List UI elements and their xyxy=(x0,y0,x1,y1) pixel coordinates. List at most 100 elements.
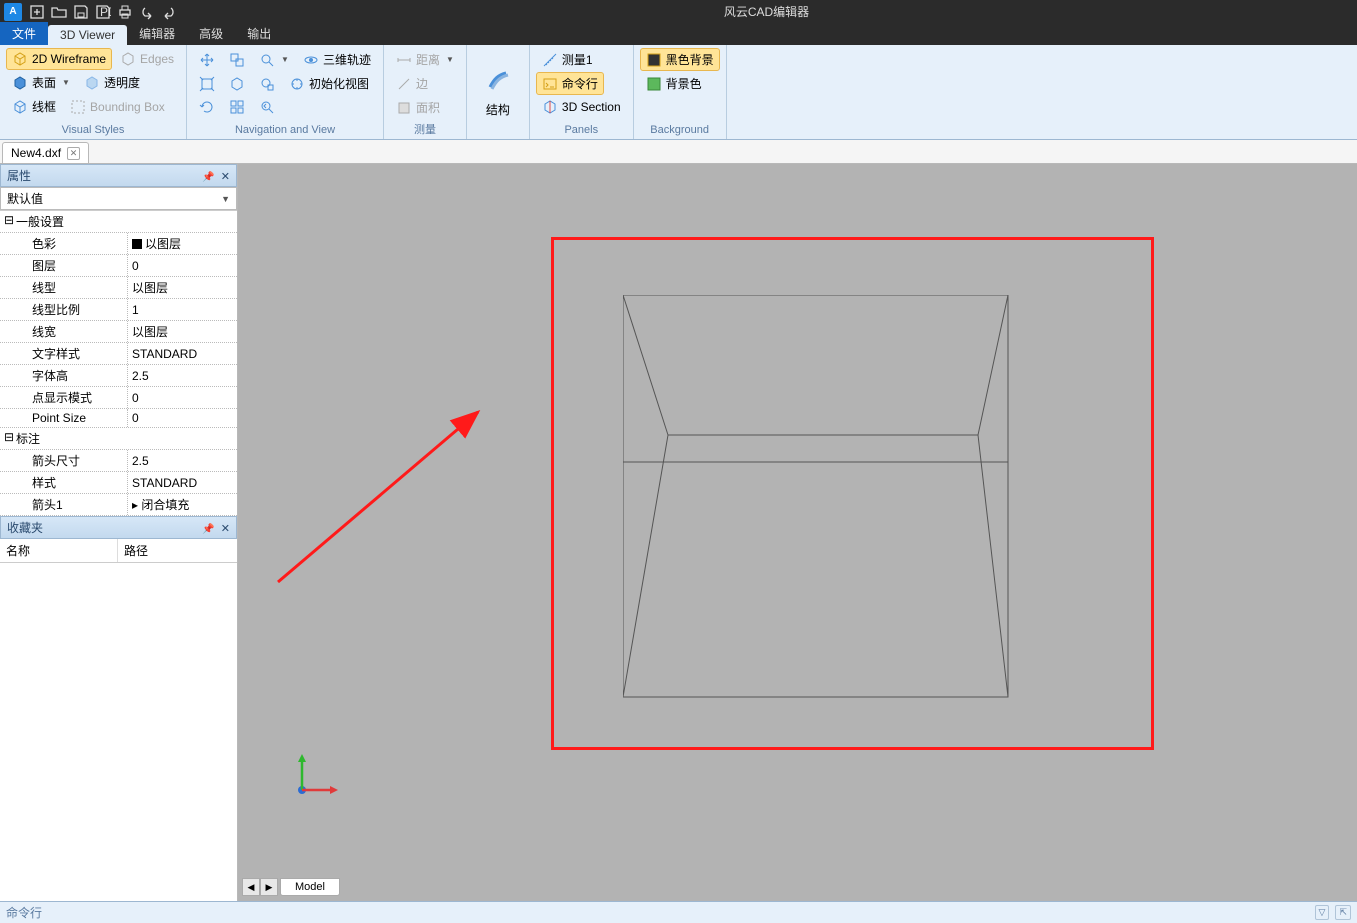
property-row[interactable]: 线宽以图层 xyxy=(0,321,237,343)
layout-tabs: ◀ ▶ Model xyxy=(242,876,340,898)
btn-cmdline[interactable]: 命令行 xyxy=(536,72,604,95)
doc-tab[interactable]: New4.dxf ✕ xyxy=(2,142,89,163)
favorites-panel-header: 收藏夹 📌✕ xyxy=(0,516,237,539)
group-label: Navigation and View xyxy=(193,122,377,139)
tab-output[interactable]: 输出 xyxy=(235,22,283,45)
col-name[interactable]: 名称 xyxy=(0,539,118,562)
prop-value[interactable]: 2.5 xyxy=(128,365,237,386)
btn-edge[interactable]: 边 xyxy=(390,72,434,95)
close-icon[interactable]: ✕ xyxy=(221,523,230,535)
prop-value[interactable]: STANDARD xyxy=(128,343,237,364)
property-row[interactable]: 图层0 xyxy=(0,255,237,277)
btn-init-view[interactable]: 初始化视图 xyxy=(283,72,375,95)
btn-transparency[interactable]: 透明度 xyxy=(78,71,146,94)
property-category[interactable]: ⊟一般设置 xyxy=(0,211,237,233)
blackbg-icon xyxy=(646,52,662,68)
prop-value[interactable]: 0 xyxy=(128,387,237,408)
label: 透明度 xyxy=(104,74,140,91)
btn-wireframe[interactable]: 线框 xyxy=(6,95,62,118)
prop-value[interactable]: 1 xyxy=(128,299,237,320)
close-icon[interactable]: ✕ xyxy=(221,171,230,183)
save-icon[interactable] xyxy=(70,2,92,22)
btn-zoom-window[interactable] xyxy=(253,72,281,95)
menu-bar: 文件 3D Viewer 编辑器 高级 输出 xyxy=(0,23,1357,45)
new-icon[interactable] xyxy=(26,2,48,22)
open-icon[interactable] xyxy=(48,2,70,22)
viewport-3d[interactable] xyxy=(238,164,1357,919)
col-path[interactable]: 路径 xyxy=(118,539,154,562)
status-expand[interactable]: ⇱ xyxy=(1335,905,1351,920)
surface-icon xyxy=(12,75,28,91)
redo-icon[interactable] xyxy=(158,2,180,22)
tab-model[interactable]: Model xyxy=(280,878,340,896)
btn-distance[interactable]: 距离▼ xyxy=(390,48,460,71)
save-as-icon[interactable]: PDF xyxy=(92,2,114,22)
pin-icon[interactable]: 📌 xyxy=(202,172,214,183)
btn-3d-section[interactable]: 3D Section xyxy=(536,96,627,118)
label: Bounding Box xyxy=(90,100,165,114)
rotate-icon xyxy=(199,99,215,115)
zoom-prev-icon xyxy=(259,99,275,115)
btn-zoom[interactable]: ▼ xyxy=(253,48,295,71)
prop-value[interactable]: 以图层 xyxy=(128,277,237,298)
property-row[interactable]: 文字样式STANDARD xyxy=(0,343,237,365)
views-icon xyxy=(229,99,245,115)
prop-value[interactable]: 2.5 xyxy=(128,450,237,471)
property-row[interactable]: 线型以图层 xyxy=(0,277,237,299)
btn-bg-color[interactable]: 背景色 xyxy=(640,72,708,95)
btn-black-bg[interactable]: 黑色背景 xyxy=(640,48,720,71)
tab-file[interactable]: 文件 xyxy=(0,22,48,45)
dropdown-label: 默认值 xyxy=(7,190,43,207)
prop-value[interactable]: 以图层 xyxy=(128,233,237,254)
btn-2d-wireframe[interactable]: 2D Wireframe xyxy=(6,48,112,70)
property-row[interactable]: Point Size0 xyxy=(0,409,237,428)
property-row[interactable]: 点显示模式0 xyxy=(0,387,237,409)
btn-edges[interactable]: Edges xyxy=(114,48,180,70)
btn-zoom-prev[interactable] xyxy=(253,96,281,118)
prop-value[interactable]: ▸ 闭合填充 xyxy=(128,494,237,515)
prop-value[interactable]: 以图层 xyxy=(128,321,237,342)
property-row[interactable]: 箭头尺寸2.5 xyxy=(0,450,237,472)
tab-editor[interactable]: 编辑器 xyxy=(127,22,187,45)
tab-scroll-right[interactable]: ▶ xyxy=(260,878,278,896)
init-view-icon xyxy=(289,76,305,92)
doc-tab-name: New4.dxf xyxy=(11,146,61,160)
undo-icon[interactable] xyxy=(136,2,158,22)
property-row[interactable]: 色彩 以图层 xyxy=(0,233,237,255)
btn-structure[interactable]: 结构 xyxy=(473,61,523,121)
tab-3d-viewer[interactable]: 3D Viewer xyxy=(48,25,127,45)
prop-value[interactable]: 0 xyxy=(128,255,237,276)
property-row[interactable]: 样式STANDARD xyxy=(0,472,237,494)
close-icon[interactable]: ✕ xyxy=(67,147,80,160)
default-dropdown[interactable]: 默认值 ▼ xyxy=(0,187,237,210)
btn-zoom-extent[interactable] xyxy=(223,48,251,71)
prop-name: 箭头尺寸 xyxy=(0,450,128,471)
btn-area[interactable]: 面积 xyxy=(390,96,446,119)
btn-views[interactable] xyxy=(223,96,251,118)
title-bar: A PDF 风云CAD编辑器 xyxy=(0,0,1357,23)
btn-rotate[interactable] xyxy=(193,96,221,118)
prop-value[interactable]: 0 xyxy=(128,409,237,427)
property-category[interactable]: ⊟标注 xyxy=(0,428,237,450)
property-row[interactable]: 线型比例1 xyxy=(0,299,237,321)
btn-3d-orbit[interactable]: 三维轨迹 xyxy=(297,48,377,71)
pin-icon[interactable]: 📌 xyxy=(202,524,214,535)
property-row[interactable]: 字体高2.5 xyxy=(0,365,237,387)
property-row[interactable]: 箭头1▸ 闭合填充 xyxy=(0,494,237,516)
print-icon[interactable] xyxy=(114,2,136,22)
btn-surface[interactable]: 表面▼ xyxy=(6,71,76,94)
label: 边 xyxy=(416,75,428,92)
btn-fit[interactable] xyxy=(193,72,221,95)
edges-icon xyxy=(120,51,136,67)
btn-pan[interactable] xyxy=(193,48,221,71)
btn-measure1[interactable]: 测量1 xyxy=(536,48,599,71)
tab-scroll-left[interactable]: ◀ xyxy=(242,878,260,896)
prop-value[interactable]: STANDARD xyxy=(128,472,237,493)
btn-view-cube[interactable] xyxy=(223,72,251,95)
app-logo: A xyxy=(4,3,22,21)
btn-bounding-box[interactable]: Bounding Box xyxy=(64,95,171,118)
tab-advanced[interactable]: 高级 xyxy=(187,22,235,45)
status-dropdown[interactable]: ▽ xyxy=(1315,905,1330,920)
zoom-window-icon xyxy=(259,76,275,92)
measure-icon xyxy=(542,52,558,68)
